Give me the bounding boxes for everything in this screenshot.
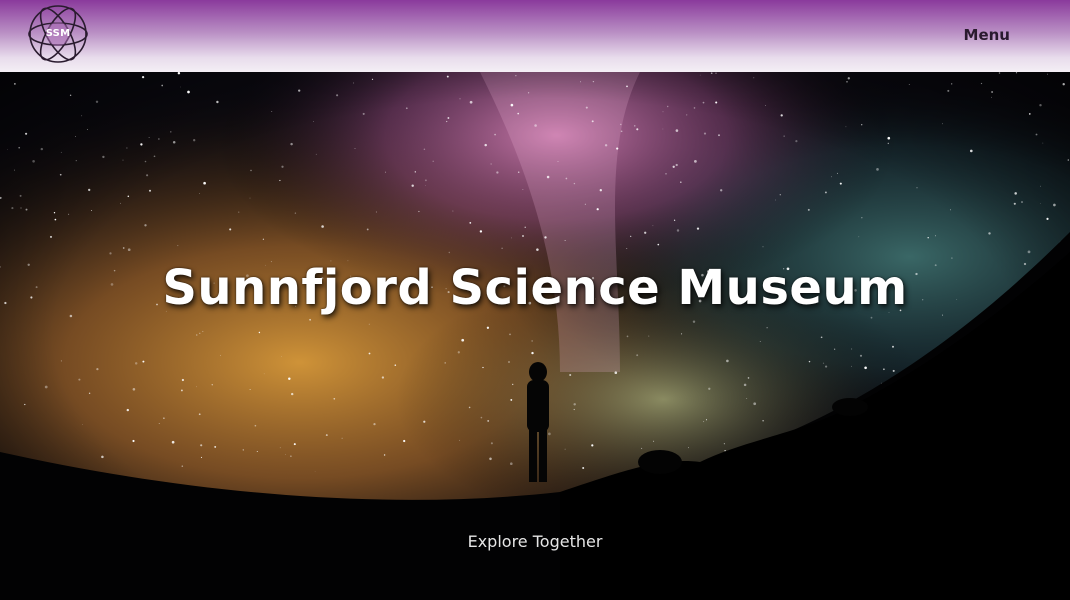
hero-section: Sunnfjord Science Museum Explore Togethe… (0, 72, 1070, 600)
night-sky-background (0, 72, 1070, 600)
logo-text: SSM (45, 28, 71, 39)
menu-button[interactable]: Menu (964, 26, 1010, 44)
page: SSM Menu Sunnfjord Science Museum Explor… (0, 0, 1070, 600)
site-header: SSM Menu (0, 0, 1070, 72)
hero-tagline: Explore Together (467, 532, 603, 551)
hero-title: Sunnfjord Science Museum (162, 260, 908, 316)
site-logo[interactable]: SSM (26, 2, 90, 66)
